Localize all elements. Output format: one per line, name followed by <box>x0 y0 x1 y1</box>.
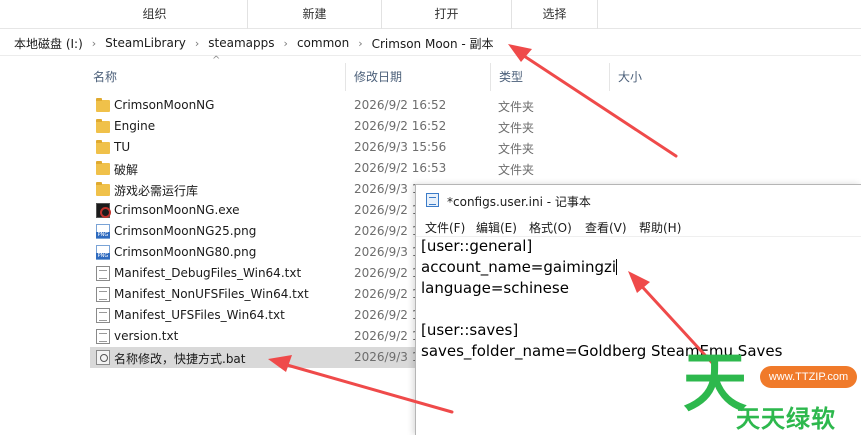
file-date: 2026/9/3 1 <box>354 182 420 196</box>
column-header-name[interactable]: 名称 <box>93 57 345 91</box>
menu-help[interactable]: 帮助(H) <box>639 219 681 236</box>
breadcrumb-current-folder[interactable]: Crimson Moon - 副本 <box>372 35 494 52</box>
breadcrumb-steamapps[interactable]: steamapps <box>208 36 274 50</box>
file-name: Manifest_DebugFiles_Win64.txt <box>114 266 302 280</box>
file-type: 文件夹 <box>498 121 535 135</box>
column-header-size[interactable]: 大小 <box>618 57 718 91</box>
column-header-date[interactable]: 修改日期 <box>354 57 490 91</box>
file-date: 2026/9/2 16:52 <box>354 98 447 112</box>
file-date: 2026/9/3 15:56 <box>354 140 447 154</box>
file-type: 文件夹 <box>498 100 535 114</box>
breadcrumb-common[interactable]: common <box>297 36 349 50</box>
breadcrumb-drive[interactable]: 本地磁盘 (I:) <box>14 35 83 52</box>
file-date: 2026/9/2 16:53 <box>354 161 447 175</box>
notepad-title: *configs.user.ini - 记事本 <box>447 195 591 209</box>
menu-format[interactable]: 格式(O) <box>529 219 572 236</box>
text-caret <box>616 259 618 275</box>
file-name: 破解 <box>114 163 139 177</box>
ribbon-group-new[interactable]: 新建 <box>248 0 382 29</box>
notepad-window[interactable]: *configs.user.ini - 记事本 文件(F) 编辑(E) 格式(O… <box>415 184 861 435</box>
file-date: 2026/9/2 1 <box>354 287 420 301</box>
file-type: 文件夹 <box>498 163 535 177</box>
text-file-icon <box>96 287 110 302</box>
ribbon-group-label: 组织 <box>142 7 167 21</box>
folder-icon <box>96 161 110 175</box>
notepad-title-bar[interactable]: *configs.user.ini - 记事本 <box>416 185 861 215</box>
column-header-label: 类型 <box>499 70 524 84</box>
game-exe-icon <box>96 203 111 218</box>
menu-file[interactable]: 文件(F) <box>425 219 465 236</box>
folder-icon <box>96 182 110 196</box>
file-date: 2026/9/2 1 <box>354 203 420 217</box>
file-name: 游戏必需运行库 <box>114 184 199 198</box>
text-line: language=schinese <box>421 279 569 297</box>
file-name: Engine <box>114 119 156 133</box>
text-line-content: account_name=gaimingzi <box>421 258 617 276</box>
ribbon-group-open[interactable]: 打开 <box>382 0 512 29</box>
ribbon: 组织 新建 打开 选择 <box>0 0 861 29</box>
chevron-right-icon: › <box>194 36 200 50</box>
chevron-right-icon: › <box>358 36 363 50</box>
column-divider[interactable] <box>609 63 610 91</box>
file-name: version.txt <box>114 329 179 343</box>
address-bar[interactable]: 本地磁盘 (I:) › SteamLibrary › steamapps › c… <box>0 31 861 56</box>
file-name: 名称修改，快捷方式.bat <box>114 352 246 366</box>
folder-icon <box>96 98 110 112</box>
file-name: CrimsonMoonNG.exe <box>114 203 240 217</box>
chevron-right-icon: › <box>91 36 97 50</box>
file-name: CrimsonMoonNG <box>114 98 215 112</box>
ribbon-group-label: 选择 <box>542 7 567 21</box>
text-line: [user::saves] <box>421 321 519 339</box>
file-row[interactable]: 破解 2026/9/2 16:53 文件夹 <box>90 158 861 179</box>
folder-icon <box>96 119 110 133</box>
column-header-label: 修改日期 <box>354 70 403 84</box>
notepad-menu-bar: 文件(F) 编辑(E) 格式(O) 查看(V) 帮助(H) <box>416 215 861 237</box>
text-file-icon <box>96 266 110 281</box>
text-line: [user::general] <box>421 237 533 255</box>
file-name: CrimsonMoonNG80.png <box>114 245 257 259</box>
ribbon-group-label: 打开 <box>434 7 459 21</box>
png-file-icon <box>96 224 110 239</box>
file-date: 2026/9/3 1 <box>354 350 420 364</box>
text-line-edited: account_name=gaimingzi <box>421 257 861 278</box>
file-row[interactable]: CrimsonMoonNG 2026/9/2 16:52 文件夹 <box>90 95 861 116</box>
column-header-label: 大小 <box>618 70 643 84</box>
file-date: 2026/9/2 1 <box>354 308 420 322</box>
ribbon-group-select[interactable]: 选择 <box>512 0 598 29</box>
column-divider[interactable] <box>490 63 491 91</box>
png-file-icon <box>96 245 110 260</box>
folder-icon <box>96 140 110 154</box>
file-name: TU <box>114 140 131 154</box>
column-header-label: 名称 <box>93 70 118 84</box>
column-divider[interactable] <box>345 63 346 91</box>
file-date: 2026/9/2 1 <box>354 329 420 343</box>
watermark-brand: 天天绿软 <box>736 405 836 433</box>
notepad-icon <box>426 193 439 207</box>
menu-edit[interactable]: 编辑(E) <box>476 219 517 236</box>
ribbon-group-label: 新建 <box>302 7 327 21</box>
file-name: Manifest_NonUFSFiles_Win64.txt <box>114 287 309 301</box>
file-date: 2026/9/2 1 <box>354 266 420 280</box>
file-row[interactable]: TU 2026/9/3 15:56 文件夹 <box>90 137 861 158</box>
file-row[interactable]: Engine 2026/9/2 16:52 文件夹 <box>90 116 861 137</box>
text-file-icon <box>96 308 110 323</box>
text-file-icon <box>96 329 110 344</box>
breadcrumb-steamlibrary[interactable]: SteamLibrary <box>105 36 186 50</box>
file-name: CrimsonMoonNG25.png <box>114 224 257 238</box>
file-date: 2026/9/2 16:52 <box>354 119 447 133</box>
batch-file-icon <box>96 350 110 365</box>
column-header-type[interactable]: 类型 <box>499 57 609 91</box>
file-date: 2026/9/2 1 <box>354 224 420 238</box>
text-line: saves_folder_name=Goldberg SteamEmu Save… <box>421 342 783 360</box>
text-line <box>421 299 861 320</box>
file-type: 文件夹 <box>498 142 535 156</box>
file-name: Manifest_UFSFiles_Win64.txt <box>114 308 285 322</box>
chevron-right-icon: › <box>283 36 288 50</box>
menu-view[interactable]: 查看(V) <box>585 219 627 236</box>
ribbon-group-organize[interactable]: 组织 <box>62 0 248 29</box>
file-date: 2026/9/3 1 <box>354 245 420 259</box>
watermark-url: www.TTZIP.com <box>760 366 857 388</box>
